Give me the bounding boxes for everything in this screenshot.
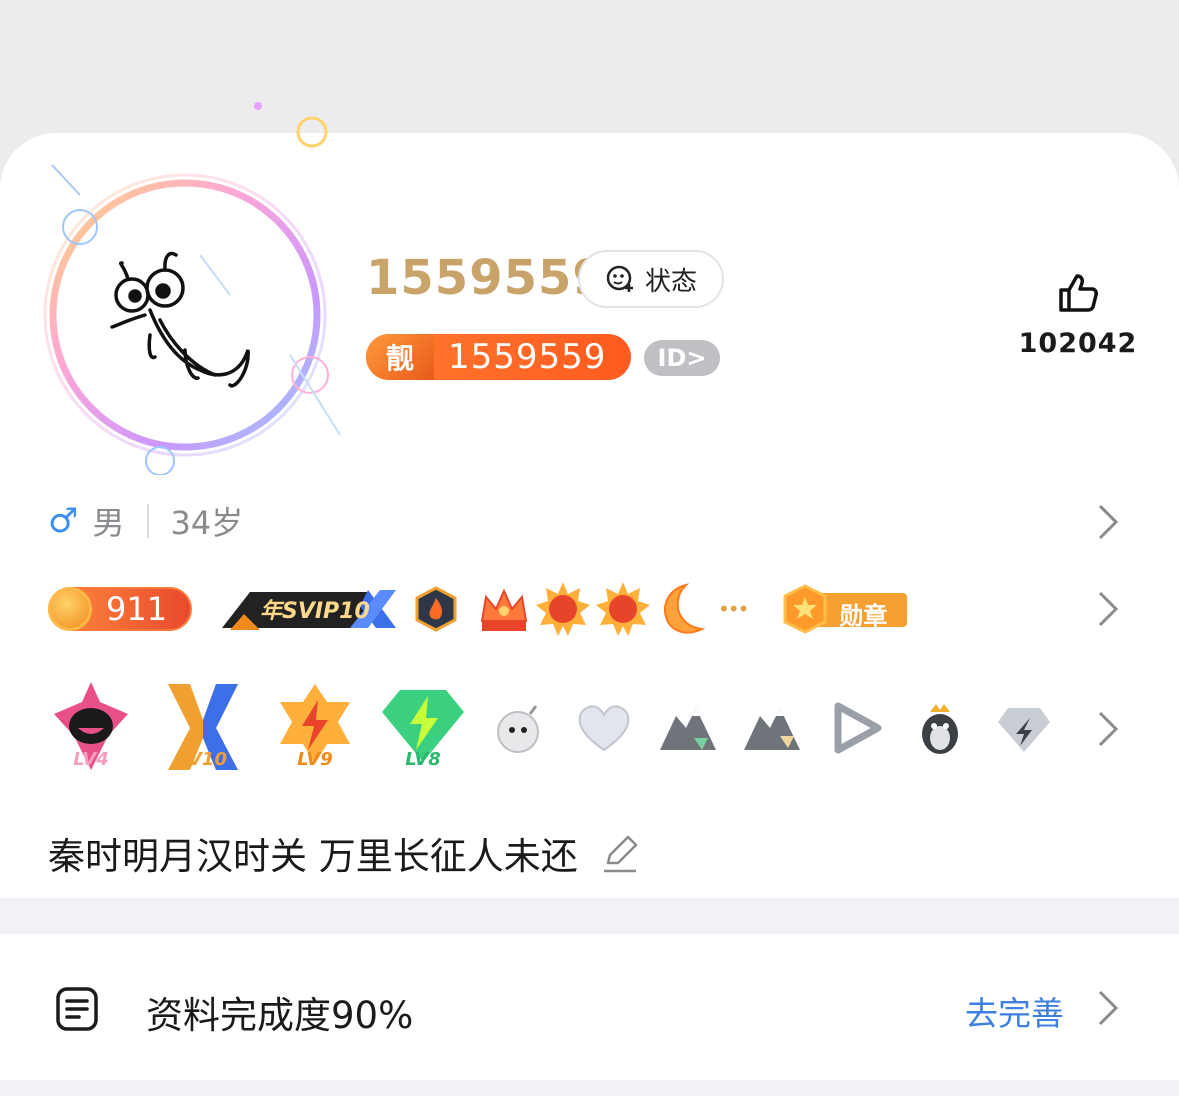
svip-badge[interactable]: 年SVIP10 xyxy=(220,584,398,634)
divider xyxy=(146,504,149,538)
chevron-right-icon[interactable] xyxy=(1092,986,1122,1030)
bottom-gap xyxy=(0,1080,1179,1096)
like-count: 102042 xyxy=(1018,328,1138,359)
section-gap xyxy=(0,898,1179,934)
document-icon xyxy=(56,987,98,1031)
crown-icon xyxy=(480,588,528,631)
chevron-right-icon[interactable] xyxy=(1092,707,1122,751)
lv4-label: LV4 xyxy=(73,749,109,770)
male-icon: ♂ xyxy=(48,501,79,541)
chevron-right-icon[interactable] xyxy=(1092,587,1122,631)
svip-label: 年SVIP10 xyxy=(260,599,370,624)
smile-plus-icon xyxy=(606,265,633,292)
coin-icon xyxy=(48,587,92,631)
lv9-label: LV9 xyxy=(297,749,333,770)
signature-text: 秦时明月汉时关 万里长征人未还 xyxy=(48,835,578,878)
lv10-icon[interactable]: LV10 xyxy=(160,680,246,776)
avatar[interactable] xyxy=(0,95,360,475)
coin-count: 911 xyxy=(106,590,168,628)
complete-profile-link[interactable]: 去完善 xyxy=(965,987,1064,1035)
status-button[interactable]: 状态 xyxy=(578,250,724,308)
mountain-icon[interactable] xyxy=(730,686,814,770)
lv9-icon[interactable]: LV9 xyxy=(272,680,358,776)
medal-label: 勋章 xyxy=(839,602,888,630)
lv4-icon[interactable]: LV4 xyxy=(48,680,134,776)
completion-label: 资料完成度90% xyxy=(146,994,414,1037)
id-badge[interactable]: ID> xyxy=(644,340,720,376)
gender-label: 男 xyxy=(92,504,125,542)
lv10-label: LV10 xyxy=(179,749,227,770)
lv8-label: LV8 xyxy=(405,749,441,770)
nickname[interactable]: 1559559 xyxy=(366,250,607,306)
basic-info-row[interactable]: ♂ 男 34岁 xyxy=(48,498,243,544)
signature[interactable]: 秦时明月汉时关 万里长征人未还 xyxy=(48,826,640,880)
levels-row[interactable]: LV4 LV10 LV9 LV8 xyxy=(48,680,1066,776)
pretty-number-badge[interactable]: 靓 1559559 xyxy=(366,334,631,380)
medal-badge[interactable]: 勋章 xyxy=(781,584,909,634)
badges-row[interactable]: 911 年SVIP10 ••• 勋章 xyxy=(48,578,909,640)
age-label: 34岁 xyxy=(170,504,244,542)
penguin-icon[interactable] xyxy=(898,686,982,770)
status-label: 状态 xyxy=(644,266,697,297)
lv8-icon[interactable]: LV8 xyxy=(380,680,466,776)
heart-icon[interactable] xyxy=(562,686,646,770)
diamond-icon[interactable] xyxy=(982,686,1066,770)
pretty-number: 1559559 xyxy=(448,337,607,377)
mountain-icon[interactable] xyxy=(646,686,730,770)
flame-hexagon-icon xyxy=(415,586,457,632)
sun-icon xyxy=(596,582,650,636)
bomb-icon[interactable] xyxy=(478,686,562,770)
sun-icon xyxy=(536,582,590,636)
play-icon[interactable] xyxy=(814,686,898,770)
edit-icon[interactable] xyxy=(600,833,640,873)
likes[interactable]: 102042 xyxy=(1010,270,1146,359)
coin-badge[interactable]: 911 xyxy=(48,587,192,631)
pretty-tag: 靓 xyxy=(366,334,434,380)
chevron-right-icon[interactable] xyxy=(1092,500,1122,544)
moon-icon xyxy=(664,583,706,634)
more-dots: ••• xyxy=(718,597,749,621)
thumbs-up-icon xyxy=(1059,274,1098,312)
